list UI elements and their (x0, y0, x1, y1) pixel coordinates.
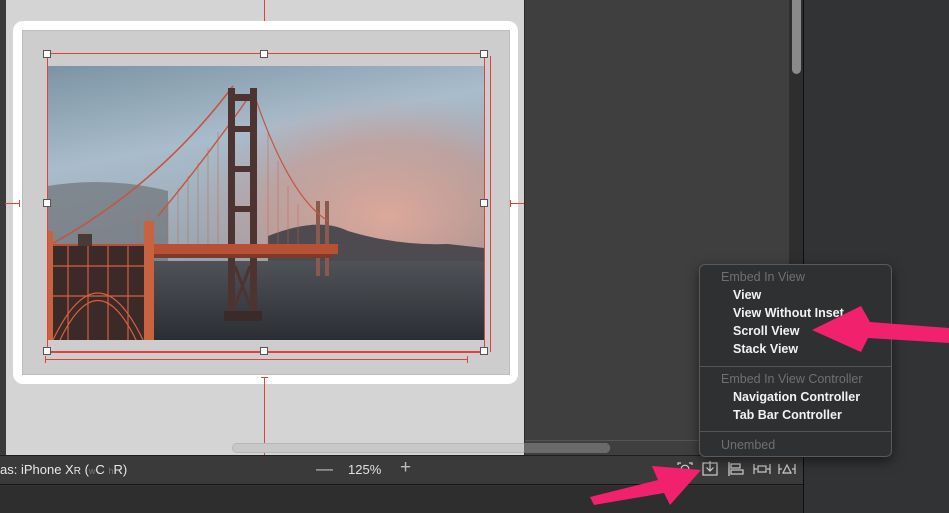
trailing-constraint-line (490, 56, 491, 352)
width-class-value: C (95, 462, 105, 477)
menu-header-embed-in-view-controller: Embed In View Controller (721, 372, 863, 386)
width-constraint-cap-right (467, 356, 468, 363)
leading-constraint-cap (19, 200, 20, 207)
menu-separator (700, 431, 891, 432)
menu-header-embed-in-view: Embed In View (721, 270, 805, 284)
device-configuration-button[interactable]: as: iPhone XR (wC hR) (0, 462, 127, 477)
size-class-close-paren: ) (122, 462, 128, 477)
zoom-in-button[interactable]: + (400, 458, 411, 477)
xcode-interface-builder: as: iPhone XR (wC hR) — 125% + Embed In … (0, 0, 949, 513)
menu-item-stack-view[interactable]: Stack View (733, 342, 798, 356)
trailing-outer-constraint-line (510, 203, 524, 204)
zoom-out-button[interactable]: — (316, 460, 333, 478)
zoom-level: 125% (348, 462, 382, 477)
vertical-scrollbar-thumb[interactable] (792, 0, 801, 74)
width-constraint-line (45, 359, 468, 360)
align-icon[interactable] (727, 461, 745, 477)
update-frames-icon[interactable] (676, 461, 694, 477)
resize-handle-bottom-left[interactable] (43, 347, 51, 355)
golden-gate-image-view[interactable] (48, 66, 484, 340)
width-constraint-cap-left (45, 356, 46, 363)
menu-separator (700, 366, 891, 367)
embed-in-menu: Embed In View View View Without Inset Sc… (699, 264, 892, 457)
menu-item-tab-bar-controller[interactable]: Tab Bar Controller (733, 408, 842, 422)
resize-handle-bottom[interactable] (260, 347, 268, 355)
leading-constraint-line (5, 203, 20, 204)
resize-handle-left[interactable] (43, 199, 51, 207)
trailing-outer-constraint-cap (510, 200, 511, 207)
debug-area-bar (0, 486, 803, 513)
resize-handle-right[interactable] (480, 199, 488, 207)
horizontal-scrollbar-thumb-overlap (524, 443, 610, 453)
menu-item-scroll-view[interactable]: Scroll View (733, 324, 799, 338)
resize-handle-top-right[interactable] (480, 50, 488, 58)
golden-gate-photo (48, 66, 484, 340)
menu-item-view[interactable]: View (733, 288, 761, 302)
height-class-value: R (113, 462, 123, 477)
device-model-suffix: R (73, 466, 81, 477)
menu-item-view-without-inset[interactable]: View Without Inset (733, 306, 844, 320)
embed-in-icon[interactable] (701, 461, 719, 477)
resize-handle-top-left[interactable] (43, 50, 51, 58)
add-constraints-icon[interactable] (753, 461, 771, 477)
resolve-autolayout-icon[interactable] (778, 461, 796, 477)
menu-item-navigation-controller[interactable]: Navigation Controller (733, 390, 860, 404)
resize-handle-bottom-right[interactable] (480, 347, 488, 355)
bottom-constraint-cap (261, 377, 268, 378)
device-name: as: iPhone X (0, 462, 74, 477)
menu-item-unembed-disabled: Unembed (721, 438, 776, 452)
resize-handle-top[interactable] (260, 50, 268, 58)
